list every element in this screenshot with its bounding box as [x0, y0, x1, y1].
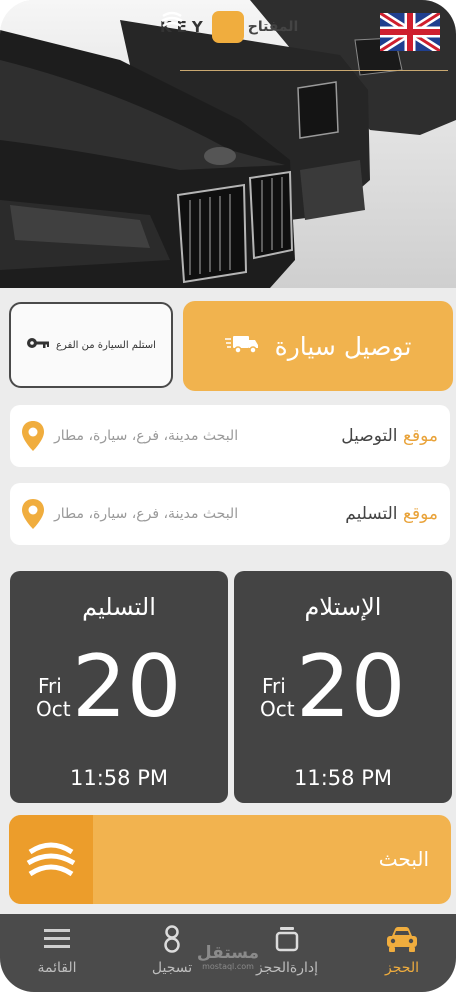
return-month: Oct — [36, 697, 71, 721]
delivery-location-label-accent: موقع — [402, 426, 438, 446]
pickup-day-number: 20 — [296, 637, 406, 737]
location-pin-icon — [22, 499, 44, 529]
logo-arabic-text: المفتاح — [247, 19, 299, 35]
brand-logo: KEY المفتاح — [160, 10, 300, 44]
return-location-label: موقع التسليم — [345, 504, 438, 524]
key-icon — [26, 334, 50, 356]
pickup-from-branch-label: استلم السيارة من الفرع — [56, 339, 156, 351]
tab-register-label: تسجيل — [151, 960, 193, 976]
return-day-of-week: Fri — [38, 674, 62, 698]
menu-icon — [44, 922, 70, 956]
pickup-time: 11:58 PM — [294, 766, 392, 790]
return-day-number: 20 — [72, 637, 182, 737]
tab-menu-label: القائمة — [37, 960, 77, 976]
return-time: 11:58 PM — [70, 766, 168, 790]
location-pin-icon — [22, 421, 44, 451]
pickup-month: Oct — [260, 697, 295, 721]
return-location-label-rest: التسليم — [345, 504, 398, 524]
return-location-label-accent: موقع — [402, 504, 438, 524]
register-icon — [163, 922, 181, 956]
manage-booking-icon — [275, 922, 299, 956]
uk-flag-icon[interactable] — [380, 13, 440, 51]
tab-manage-booking-label: إدارةالحجز — [255, 960, 319, 976]
tab-manage-booking[interactable]: إدارةالحجز — [243, 922, 331, 988]
pickup-day-of-week: Fri — [262, 674, 286, 698]
hero-image: KEY المفتاح — [0, 0, 456, 288]
search-button[interactable]: البحث — [9, 815, 451, 904]
car-delivery-label: توصيل سيارة — [274, 331, 412, 361]
return-location-field[interactable]: البحث مدينة، فرع، سيارة، مطار موقع التسل… — [10, 483, 450, 545]
search-label: البحث — [378, 847, 429, 871]
delivery-location-label: موقع التوصيل — [341, 426, 438, 446]
pickup-date-title: الإستلام — [304, 593, 382, 621]
return-date-title: التسليم — [82, 593, 156, 621]
tab-booking-label: الحجز — [385, 960, 419, 976]
bottom-tab-bar: القائمة تسجيل مستقل mostaql.com إدارةالح… — [0, 914, 456, 992]
car-icon — [385, 922, 419, 956]
delivery-location-placeholder: البحث مدينة، فرع، سيارة، مطار — [54, 428, 239, 444]
return-date-card[interactable]: التسليم Fri Oct 20 11:58 PM — [10, 571, 228, 803]
logo-icon — [161, 11, 244, 43]
delivery-location-label-rest: التوصيل — [341, 426, 398, 446]
delivery-truck-icon — [224, 333, 259, 359]
return-location-placeholder: البحث مدينة، فرع، سيارة، مطار — [54, 506, 239, 522]
delivery-location-field[interactable]: البحث مدينة، فرع، سيارة، مطار موقع التوص… — [10, 405, 450, 467]
logo-icon — [9, 815, 93, 904]
tab-booking[interactable]: الحجز — [358, 922, 446, 988]
pickup-date-card[interactable]: الإستلام Fri Oct 20 11:58 PM — [234, 571, 452, 803]
app-screen: KEY المفتاح استلم السيارة من الفرع توصيل… — [0, 0, 456, 992]
header-divider — [180, 70, 448, 71]
pickup-from-branch-button[interactable]: استلم السيارة من الفرع — [9, 302, 173, 388]
car-delivery-button[interactable]: توصيل سيارة — [183, 301, 453, 391]
tab-menu[interactable]: القائمة — [13, 922, 101, 988]
